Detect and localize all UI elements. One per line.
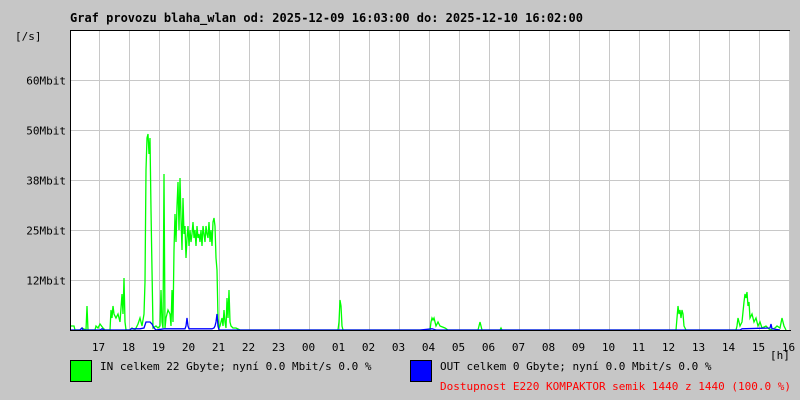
x-tick-label: 20 xyxy=(182,341,195,354)
x-tick-label: 11 xyxy=(632,341,645,354)
y-tick-label: 25Mbit xyxy=(26,225,66,238)
x-tick-label: 01 xyxy=(332,341,345,354)
x-tick-label: 10 xyxy=(602,341,615,354)
x-tick-label: 06 xyxy=(482,341,495,354)
legend-in-text: IN celkem 22 Gbyte; nyní 0.0 Mbit/s 0.0 … xyxy=(100,360,372,373)
x-tick-label: 14 xyxy=(722,341,736,354)
x-tick-label: 03 xyxy=(392,341,405,354)
x-tick-label: 09 xyxy=(572,341,585,354)
x-tick-label: 07 xyxy=(512,341,525,354)
x-tick-label: 15 xyxy=(752,341,765,354)
x-tick-label: 16 xyxy=(782,341,795,354)
x-tick-label: 19 xyxy=(152,341,165,354)
x-tick-label: 00 xyxy=(302,341,315,354)
x-tick-label: 21 xyxy=(212,341,225,354)
x-tick-label: 17 xyxy=(92,341,105,354)
legend-out-text: OUT celkem 0 Gbyte; nyní 0.0 Mbit/s 0.0 … xyxy=(440,360,712,373)
x-tick-label: 23 xyxy=(272,341,285,354)
availability-text: Dostupnost E220 KOMPAKTOR semik 1440 z 1… xyxy=(440,380,791,393)
x-tick-label: 18 xyxy=(122,341,135,354)
x-tick-label: 08 xyxy=(542,341,555,354)
x-tick-label: 12 xyxy=(662,341,675,354)
y-tick-label: 38Mbit xyxy=(26,175,66,188)
x-tick-label: 04 xyxy=(422,341,436,354)
legend-in-swatch xyxy=(70,360,92,382)
y-tick-label: 60Mbit xyxy=(26,75,66,88)
x-tick-label: 02 xyxy=(362,341,375,354)
y-tick-label: 12Mbit xyxy=(26,275,66,288)
x-tick-label: 13 xyxy=(692,341,705,354)
x-tick-label: 05 xyxy=(452,341,465,354)
traffic-chart: 17 18 19 20 21 22 23 00 01 02 03 04 05 06 07 08 09 10 11 12… xyxy=(26,30,795,354)
x-tick-label: 22 xyxy=(242,341,255,354)
y-tick-label: 50Mbit xyxy=(26,125,66,138)
legend-out-swatch xyxy=(410,360,432,382)
